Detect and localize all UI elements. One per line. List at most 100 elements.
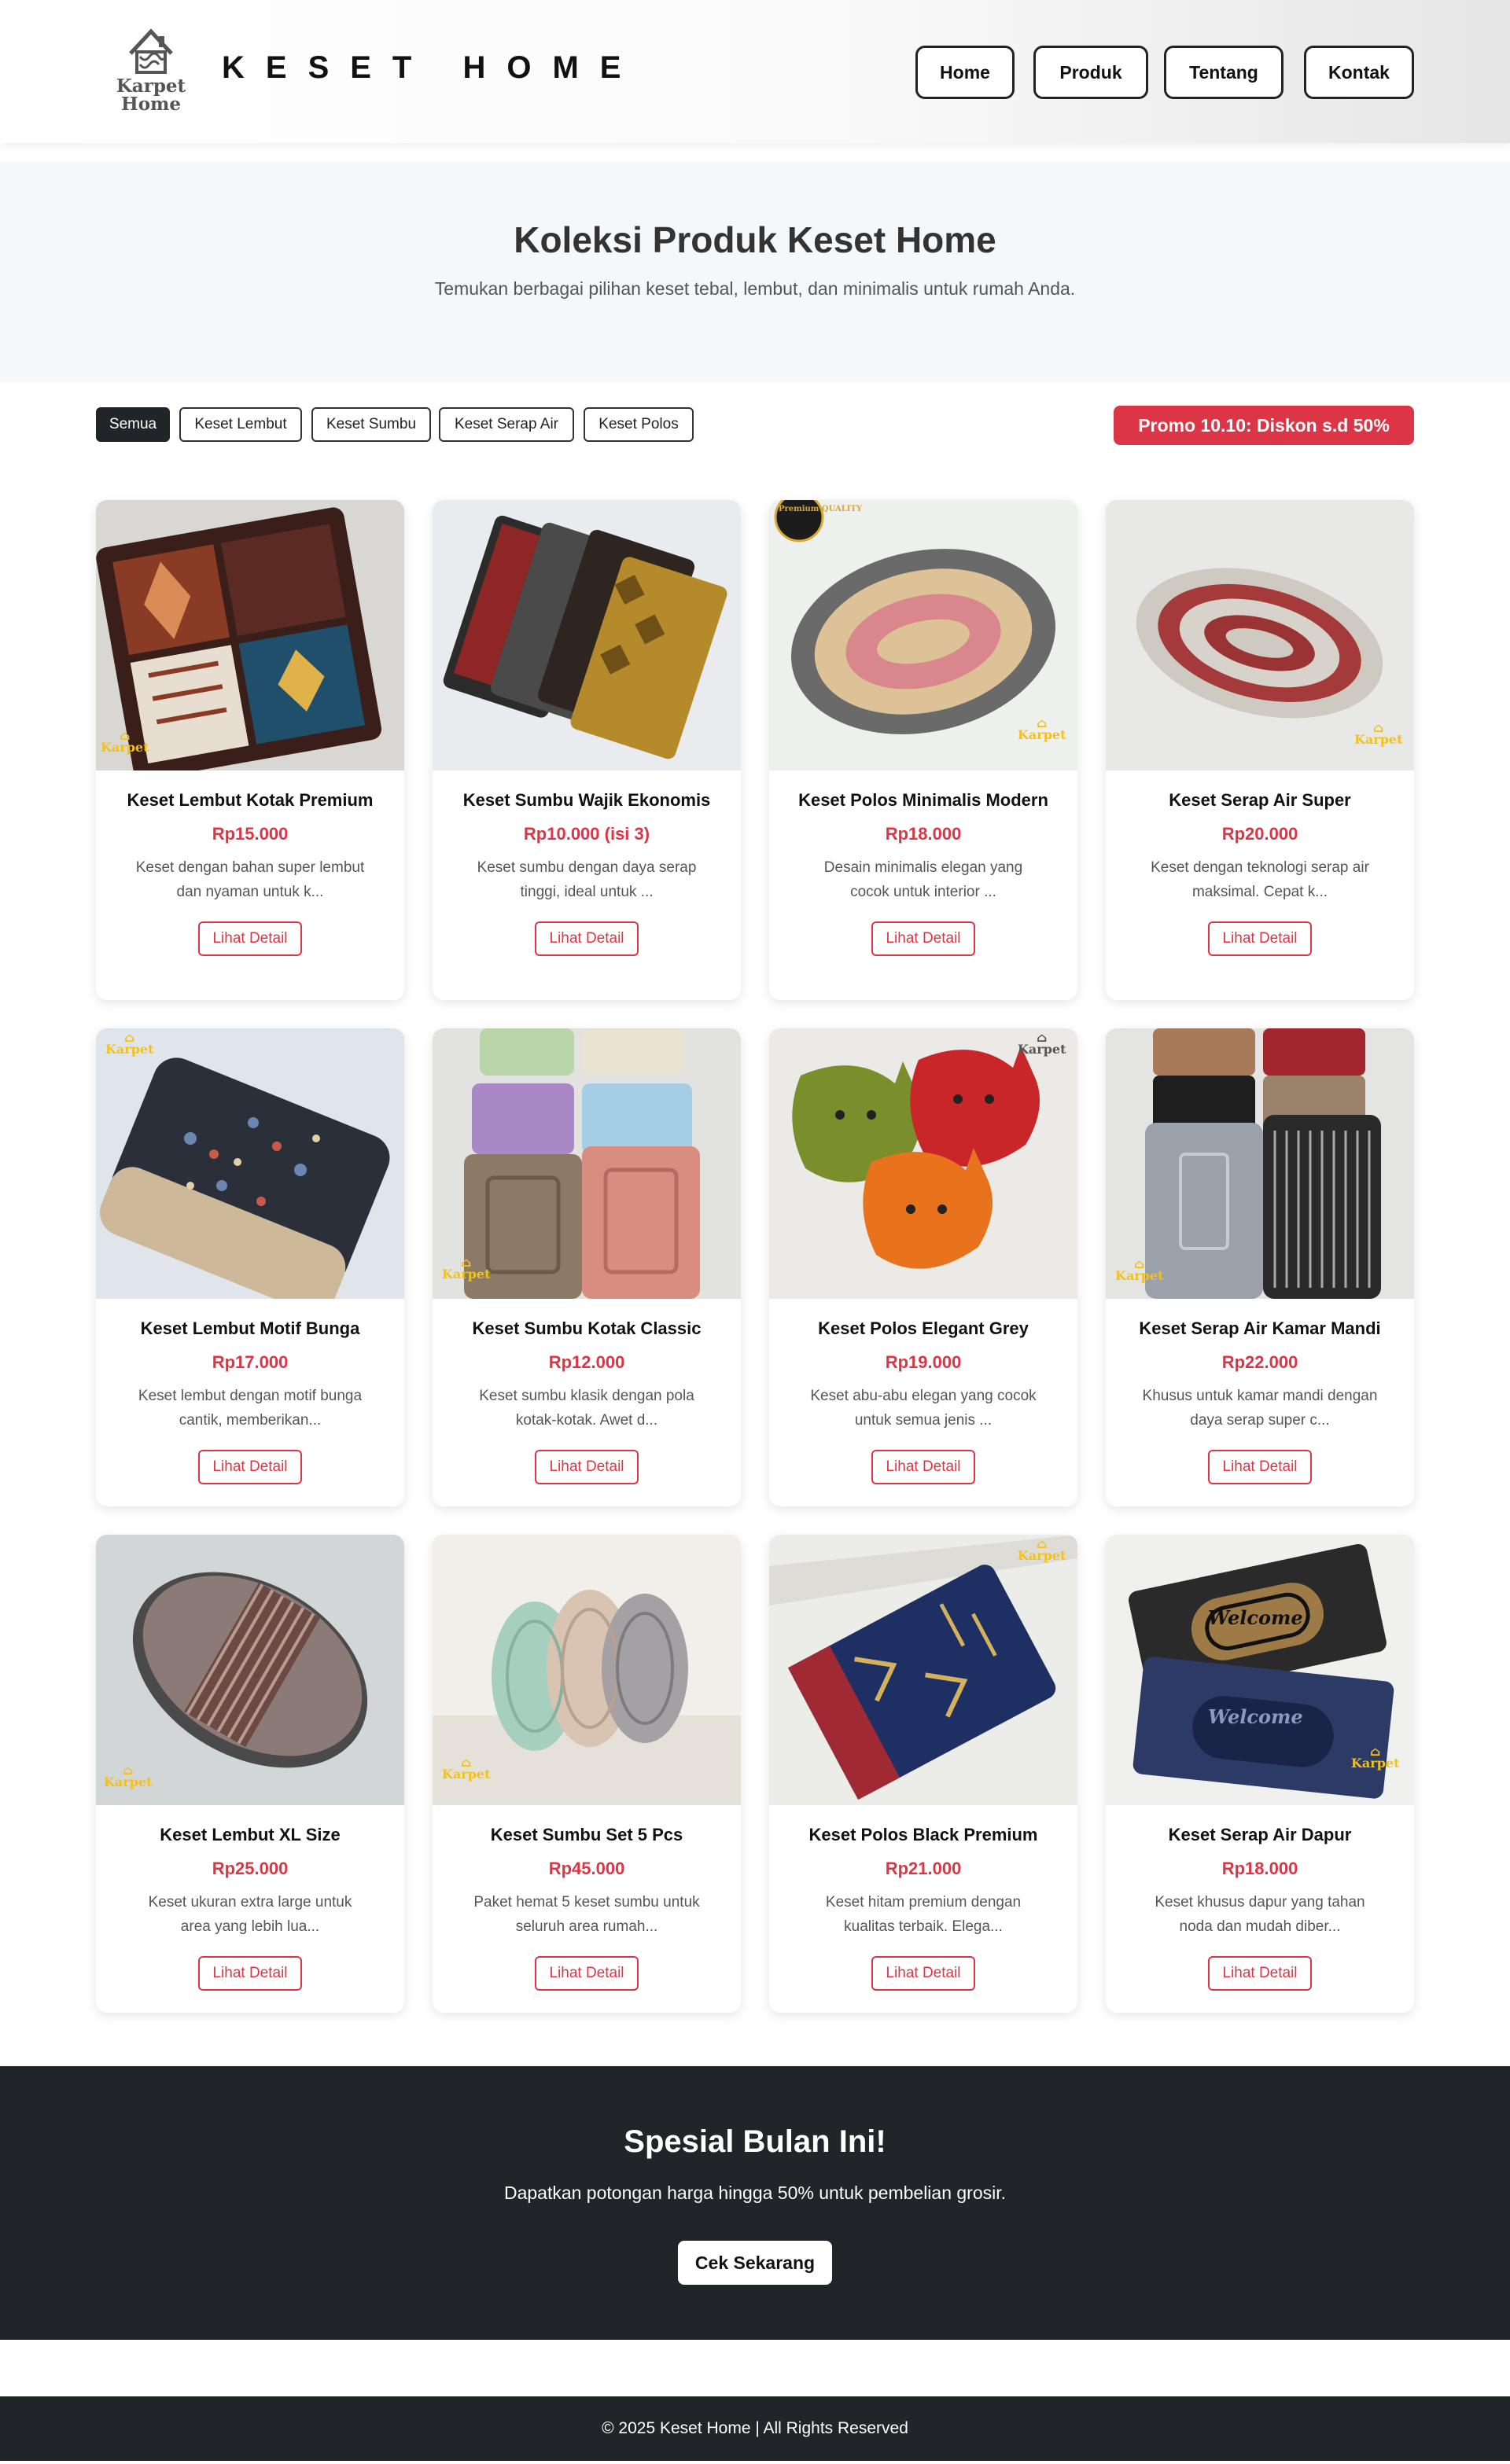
nav-home[interactable]: Home: [915, 46, 1015, 99]
watermark-logo: ⌂ Karpet: [105, 1030, 154, 1057]
product-description: Keset dengan teknologi serap air maksima…: [1151, 859, 1369, 900]
watermark-logo: ⌂ Karpet: [1018, 1536, 1066, 1563]
product-description: Desain minimalis elegan yang cocok untuk…: [823, 859, 1023, 900]
view-detail-button[interactable]: Lihat Detail: [871, 1956, 975, 1991]
view-detail-button[interactable]: Lihat Detail: [871, 921, 975, 956]
product-name: Keset Sumbu Set 5 Pcs: [490, 1825, 683, 1844]
product-name: Keset Serap Air Dapur: [1168, 1825, 1352, 1844]
hero-section: Koleksi Produk Keset Home Temukan berbag…: [0, 162, 1510, 382]
product-image: ⌂ Karpet: [96, 1028, 404, 1299]
product-card[interactable]: ⌂ Karpet Keset Serap Air Super Rp20.000 K…: [1106, 500, 1414, 1000]
product-description: Keset abu-abu elegan yang cocok untuk se…: [810, 1388, 1037, 1429]
product-card[interactable]: Keset Sumbu Wajik Ekonomis Rp10.000 (isi…: [433, 500, 741, 1000]
view-detail-button[interactable]: Lihat Detail: [198, 1956, 302, 1991]
view-detail-button[interactable]: Lihat Detail: [871, 1450, 975, 1484]
product-name: Keset Serap Air Super: [1169, 790, 1351, 810]
product-name: Keset Serap Air Kamar Mandi: [1139, 1318, 1381, 1338]
product-card[interactable]: ⌂ Karpet Keset Lembut XL Size Rp25.000 Ke…: [96, 1535, 404, 2013]
product-price: Rp17.000: [212, 1352, 289, 1372]
special-offer-section: Spesial Bulan Ini! Dapatkan potongan har…: [0, 2066, 1510, 2340]
product-price: Rp12.000: [548, 1352, 625, 1372]
watermark-logo: ⌂ Karpet: [1354, 720, 1403, 747]
product-name: Keset Polos Elegant Grey: [818, 1318, 1029, 1338]
product-name: Keset Polos Black Premium: [808, 1825, 1038, 1844]
product-name: Keset Lembut Motif Bunga: [140, 1318, 360, 1338]
filter-semua[interactable]: Semua: [96, 407, 170, 442]
product-card[interactable]: ⌂ Karpet Keset Polos Elegant Grey Rp19.00…: [769, 1028, 1077, 1506]
page-title: Koleksi Produk Keset Home: [514, 219, 996, 260]
watermark-logo: ⌂ Karpet: [1018, 715, 1066, 742]
product-price: Rp22.000: [1221, 1352, 1298, 1372]
product-image: ⌂ Karpet: [1106, 500, 1414, 770]
watermark-logo: ⌂ Karpet: [1115, 1256, 1164, 1283]
footer: © 2025 Keset Home | All Rights Reserved: [0, 2396, 1510, 2461]
product-image: ⌂ Karpet: [96, 1535, 404, 1805]
filter-keset-lembut[interactable]: Keset Lembut: [179, 407, 302, 442]
karpet-home-logo[interactable]: Karpet Home: [107, 22, 195, 118]
product-image: [433, 500, 741, 770]
product-image: ⌂ Karpet: [96, 500, 404, 770]
page-subtitle: Temukan berbagai pilihan keset tebal, le…: [434, 278, 1076, 299]
promo-badge[interactable]: Promo 10.10: Diskon s.d 50%: [1114, 406, 1414, 445]
product-description: Keset lembut dengan motif bunga cantik, …: [138, 1388, 363, 1429]
product-name: Keset Lembut XL Size: [160, 1825, 341, 1844]
nav-produk[interactable]: Produk: [1033, 46, 1148, 99]
view-detail-button[interactable]: Lihat Detail: [1208, 1450, 1312, 1484]
copyright-text: © 2025 Keset Home | All Rights Reserved: [602, 2419, 908, 2437]
special-title: Spesial Bulan Ini!: [624, 2124, 886, 2159]
quality-badge: Premium QUALITY: [779, 505, 863, 513]
filter-keset-polos[interactable]: Keset Polos: [584, 407, 694, 442]
filter-keset-serap-air[interactable]: Keset Serap Air: [439, 407, 574, 442]
product-price: Rp20.000: [1221, 824, 1298, 844]
product-price: Rp21.000: [885, 1859, 962, 1878]
view-detail-button[interactable]: Lihat Detail: [1208, 921, 1312, 956]
filter-keset-sumbu[interactable]: Keset Sumbu: [311, 407, 431, 442]
special-text: Dapatkan potongan harga hingga 50% untuk…: [503, 2183, 1007, 2203]
product-card[interactable]: ⌂ Karpet Keset Lembut Kotak Premium Rp15.…: [96, 500, 404, 1000]
watermark-logo: ⌂ Karpet: [101, 728, 149, 755]
product-name: Keset Sumbu Wajik Ekonomis: [462, 790, 711, 810]
product-image: ⌂ Karpet: [433, 1535, 741, 1805]
watermark-logo: ⌂ Karpet: [104, 1763, 153, 1789]
product-price: Rp25.000: [212, 1859, 289, 1878]
product-card[interactable]: ⌂ Karpet Keset Lembut Motif Bunga Rp17.00…: [96, 1028, 404, 1506]
product-description: Paket hemat 5 keset sumbu untuk seluruh …: [473, 1894, 700, 1935]
product-price: Rp18.000: [885, 824, 962, 844]
product-description: Keset sumbu klasik dengan pola kotak-kot…: [479, 1388, 694, 1429]
product-price: Rp10.000 (isi 3): [523, 824, 650, 844]
view-detail-button[interactable]: Lihat Detail: [535, 921, 639, 956]
product-card[interactable]: ⌂ Karpet Keset Sumbu Set 5 Pcs Rp45.000 P…: [433, 1535, 741, 2013]
view-detail-button[interactable]: Lihat Detail: [535, 1956, 639, 1991]
cek-sekarang-button[interactable]: Cek Sekarang: [678, 2241, 832, 2285]
view-detail-button[interactable]: Lihat Detail: [198, 1450, 302, 1484]
product-card[interactable]: Welcome Welcome ⌂ Karpet Keset Serap Air …: [1106, 1535, 1414, 2013]
product-name: Keset Polos Minimalis Modern: [798, 790, 1048, 810]
brand-name: KESET HOME: [222, 50, 643, 85]
product-price: Rp15.000: [212, 824, 289, 844]
product-image: ⌂ Karpet: [769, 1535, 1077, 1805]
nav-tentang[interactable]: Tentang: [1164, 46, 1284, 99]
product-card[interactable]: Premium QUALITY ⌂ Karpet Keset Polos Mini…: [769, 500, 1077, 1000]
view-detail-button[interactable]: Lihat Detail: [535, 1450, 639, 1484]
product-description: Khusus untuk kamar mandi dengan daya ser…: [1142, 1388, 1378, 1429]
product-price: Rp19.000: [885, 1352, 962, 1372]
watermark-logo: ⌂ Karpet: [1351, 1744, 1400, 1771]
house-logo-icon: [129, 28, 173, 74]
watermark-logo: ⌂ Karpet: [442, 1755, 491, 1782]
product-image: ⌂ Karpet: [433, 1028, 741, 1299]
watermark-logo: ⌂ Karpet: [442, 1255, 491, 1282]
product-image: Premium QUALITY ⌂ Karpet: [769, 500, 1077, 770]
product-description: Keset dengan bahan super lembut dan nyam…: [135, 859, 365, 900]
product-description: Keset ukuran extra large untuk area yang…: [148, 1894, 352, 1935]
view-detail-button[interactable]: Lihat Detail: [198, 921, 302, 956]
nav-kontak[interactable]: Kontak: [1304, 46, 1414, 99]
product-card[interactable]: ⌂ Karpet Keset Polos Black Premium Rp21.0…: [769, 1535, 1077, 2013]
view-detail-button[interactable]: Lihat Detail: [1208, 1956, 1312, 1991]
product-price: Rp18.000: [1221, 1859, 1298, 1878]
product-card[interactable]: ⌂ Karpet Keset Serap Air Kamar Mandi Rp22…: [1106, 1028, 1414, 1506]
watermark-logo: ⌂ Karpet: [1018, 1030, 1066, 1057]
product-card[interactable]: ⌂ Karpet Keset Sumbu Kotak Classic Rp12.0…: [433, 1028, 741, 1506]
product-name: Keset Sumbu Kotak Classic: [472, 1318, 702, 1338]
mat-text: Welcome: [1208, 1705, 1303, 1728]
mat-text: Welcome: [1208, 1606, 1303, 1629]
